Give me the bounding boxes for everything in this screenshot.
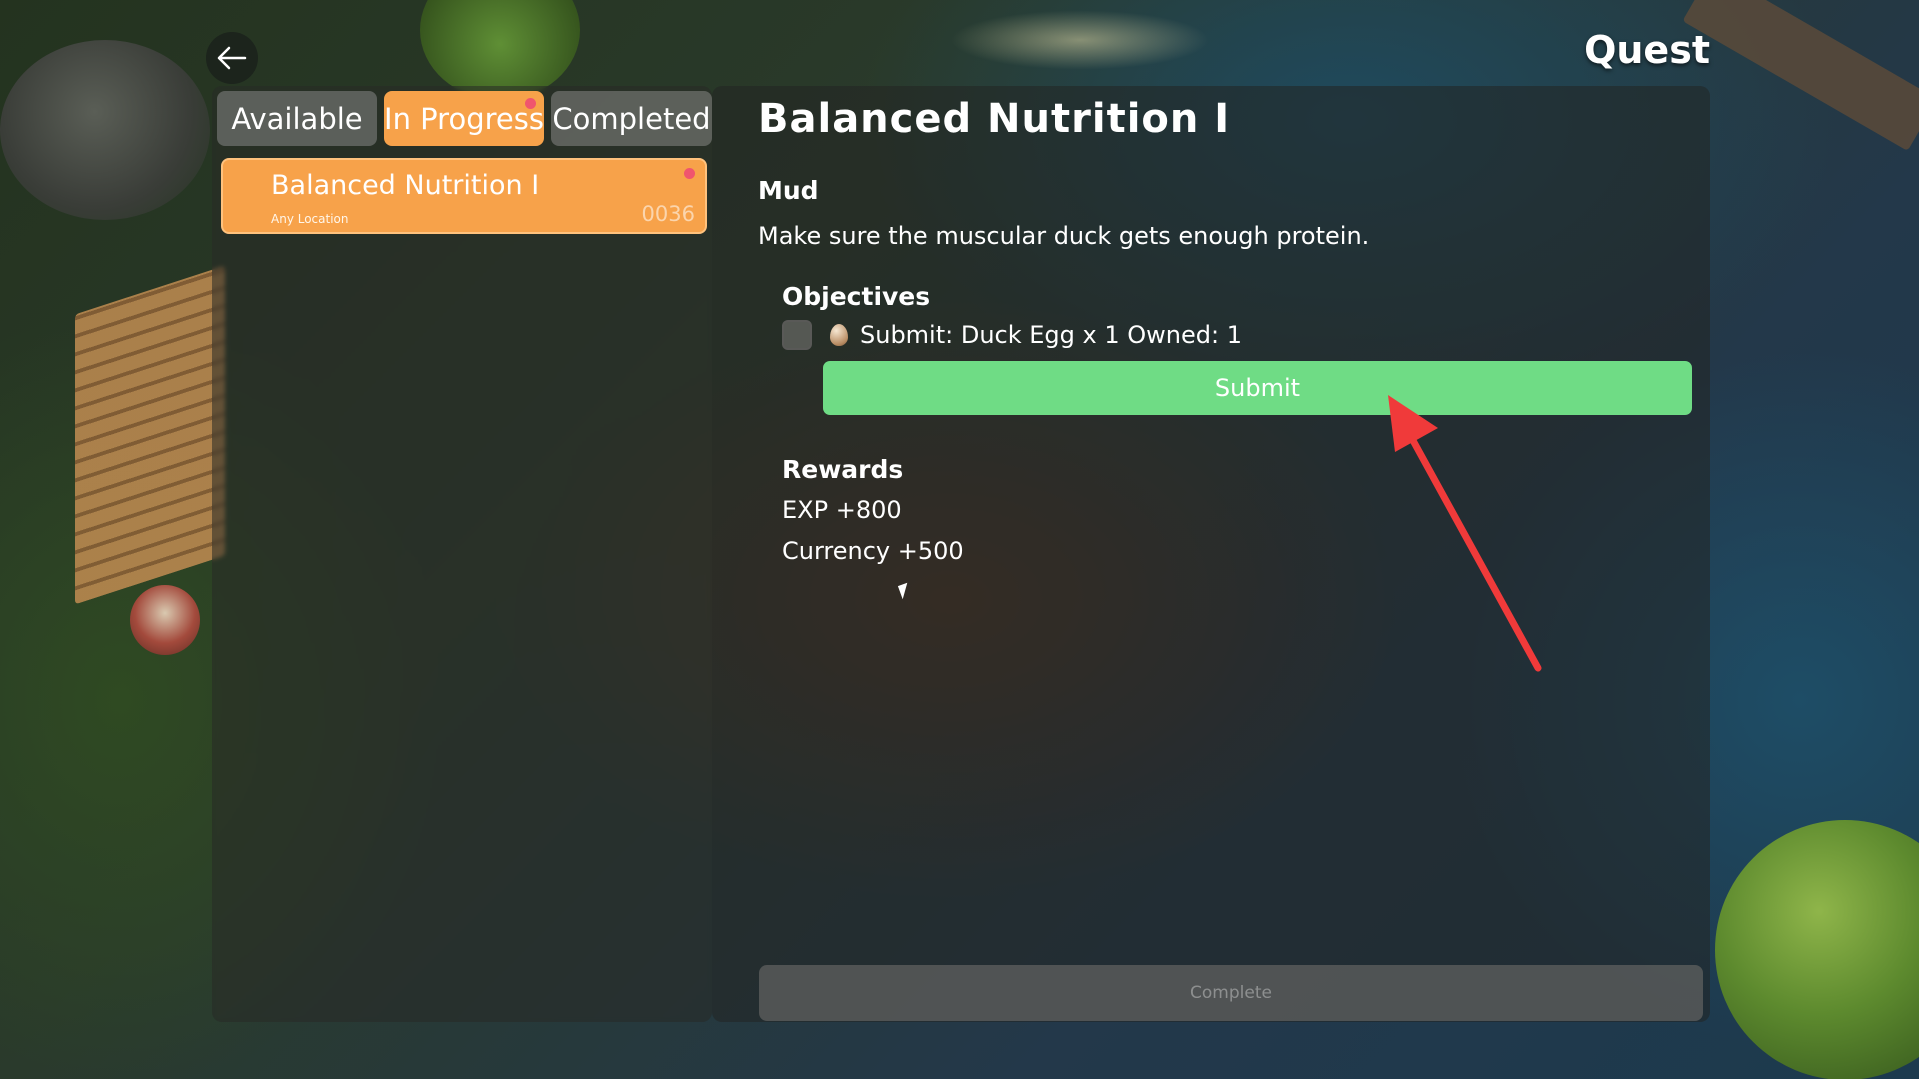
- tab-label: In Progress: [384, 101, 544, 136]
- quest-item-location: Any Location: [271, 212, 349, 226]
- quest-detail-title: Balanced Nutrition I: [758, 96, 1231, 142]
- quest-tabs: Available In Progress Completed: [217, 91, 712, 146]
- quest-giver: Mud: [758, 176, 819, 205]
- submit-button-label: Submit: [1214, 374, 1301, 402]
- objective-text: Submit: Duck Egg x 1 Owned: 1: [860, 321, 1242, 349]
- back-button[interactable]: [206, 32, 258, 84]
- objective-row: Submit: Duck Egg x 1 Owned: 1: [782, 320, 1242, 350]
- tab-label: Completed: [552, 101, 711, 136]
- quest-list-item[interactable]: Balanced Nutrition I Any Location 0036: [221, 158, 707, 234]
- complete-button[interactable]: Complete: [759, 965, 1703, 1021]
- reward-exp: EXP +800: [782, 496, 902, 524]
- background-crate: [75, 265, 225, 605]
- quest-item-title: Balanced Nutrition I: [271, 170, 540, 201]
- page-title: Quest: [1584, 28, 1710, 72]
- quest-description: Make sure the muscular duck gets enough …: [758, 222, 1370, 250]
- tab-available[interactable]: Available: [217, 91, 377, 146]
- background-bush: [420, 0, 580, 100]
- duck-egg-icon: [830, 324, 848, 346]
- background-tree: [1715, 820, 1919, 1079]
- quest-item-id: 0036: [641, 202, 695, 226]
- objective-checkbox[interactable]: [782, 320, 812, 350]
- tab-completed[interactable]: Completed: [551, 91, 712, 146]
- tab-in-progress[interactable]: In Progress: [384, 91, 544, 146]
- arrow-left-icon: [217, 46, 247, 70]
- objectives-heading: Objectives: [782, 282, 931, 311]
- rewards-heading: Rewards: [782, 455, 904, 484]
- complete-button-label: Complete: [1190, 983, 1272, 1003]
- notification-dot: [525, 98, 536, 109]
- background-fence: [1682, 0, 1919, 151]
- background-water-glow: [950, 10, 1210, 70]
- reward-currency: Currency +500: [782, 537, 964, 565]
- tab-label: Available: [231, 101, 363, 136]
- submit-button[interactable]: Submit: [823, 361, 1692, 415]
- notification-dot: [684, 168, 695, 179]
- background-rock: [0, 40, 210, 220]
- background-barrel: [130, 585, 200, 655]
